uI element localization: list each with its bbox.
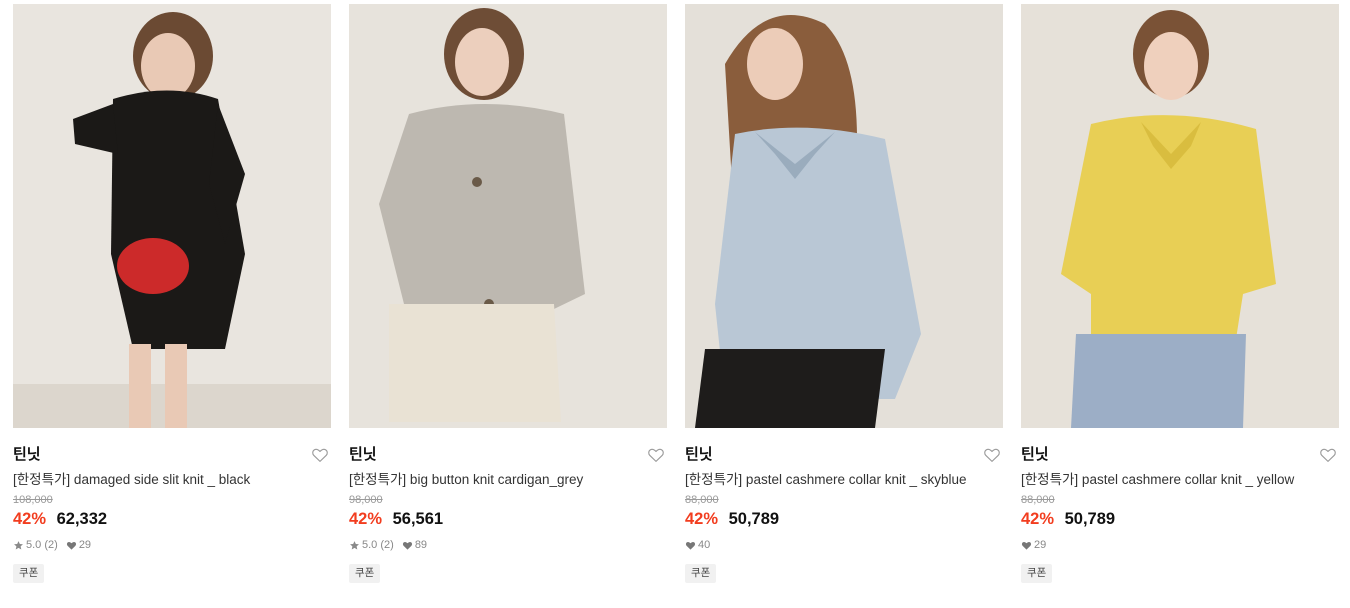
like-count: 29: [78, 539, 92, 551]
brand-name[interactable]: 틴닛: [1021, 446, 1049, 463]
product-photo-illustration: [685, 4, 1003, 428]
rating-value: 5.0: [26, 539, 42, 551]
like-count: 89: [414, 539, 428, 551]
product-meta: 29: [1021, 538, 1339, 552]
product-card[interactable]: 틴닛 [한정특가] big button knit cardigan_grey …: [349, 4, 667, 583]
heart-outline-icon[interactable]: [983, 446, 1001, 464]
brand-name[interactable]: 틴닛: [349, 446, 377, 463]
product-grid: 틴닛 [한정특가] damaged side slit knit _ black…: [0, 0, 1350, 608]
brand-name[interactable]: 틴닛: [13, 446, 41, 463]
original-price: 88,000: [685, 494, 719, 506]
likes-group: 29: [1021, 538, 1046, 552]
price-row: 42% 56,561: [349, 508, 667, 530]
heart-icon: [66, 541, 76, 550]
product-card[interactable]: 틴닛 [한정특가] damaged side slit knit _ black…: [13, 4, 331, 583]
sale-price: 56,561: [392, 510, 444, 528]
heart-icon: [685, 541, 696, 550]
rating-value: 5.0: [362, 539, 378, 551]
likes-group: 89: [402, 538, 427, 552]
sale-price: 50,789: [1064, 510, 1116, 528]
product-title[interactable]: [한정특가] big button knit cardigan_grey: [349, 471, 667, 489]
price-row: 42% 50,789: [685, 508, 1003, 530]
heart-icon: [1021, 541, 1032, 550]
product-photo-illustration: [13, 4, 331, 428]
heart-outline-icon[interactable]: [1319, 446, 1337, 464]
sale-price: 50,789: [728, 510, 780, 528]
product-card[interactable]: 틴닛 [한정특가] pastel cashmere collar knit _ …: [1021, 4, 1339, 583]
star-icon: [350, 540, 359, 549]
discount-rate: 42%: [1021, 510, 1055, 528]
price-row: 42% 62,332: [13, 508, 331, 530]
coupon-badge: 쿠폰: [349, 564, 381, 583]
product-meta: 5.0 (2) 29: [13, 538, 331, 552]
heart-outline-icon[interactable]: [311, 446, 329, 464]
price-row: 42% 50,789: [1021, 508, 1339, 530]
like-count: 40: [698, 539, 711, 551]
coupon-badge: 쿠폰: [13, 564, 45, 583]
product-title[interactable]: [한정특가] pastel cashmere collar knit _ yel…: [1021, 471, 1339, 489]
heart-outline-icon[interactable]: [647, 446, 665, 464]
heart-icon: [402, 541, 412, 550]
original-price: 98,000: [349, 494, 383, 506]
product-image[interactable]: [349, 4, 667, 428]
product-card[interactable]: 틴닛 [한정특가] pastel cashmere collar knit _ …: [685, 4, 1003, 583]
rating-group: 5.0 (2): [13, 538, 58, 552]
original-price: 88,000: [1021, 494, 1055, 506]
original-price: 108,000: [13, 494, 53, 506]
product-image[interactable]: [685, 4, 1003, 428]
product-meta: 40: [685, 538, 1003, 552]
rating-group: 5.0 (2): [349, 538, 394, 552]
product-title[interactable]: [한정특가] pastel cashmere collar knit _ sky…: [685, 471, 1003, 489]
product-meta: 5.0 (2) 89: [349, 538, 667, 552]
sale-price: 62,332: [56, 510, 108, 528]
coupon-badge: 쿠폰: [685, 564, 717, 583]
product-photo-illustration: [349, 4, 667, 428]
discount-rate: 42%: [685, 510, 719, 528]
product-photo-illustration: [1021, 4, 1339, 428]
product-image[interactable]: [13, 4, 331, 428]
review-count: (2): [44, 539, 58, 551]
review-count: (2): [380, 539, 394, 551]
product-image[interactable]: [1021, 4, 1339, 428]
coupon-badge: 쿠폰: [1021, 564, 1053, 583]
discount-rate: 42%: [349, 510, 383, 528]
brand-name[interactable]: 틴닛: [685, 446, 713, 463]
like-count: 29: [1034, 539, 1047, 551]
discount-rate: 42%: [13, 510, 47, 528]
likes-group: 40: [685, 538, 710, 552]
star-icon: [14, 540, 23, 549]
likes-group: 29: [66, 538, 91, 552]
product-title[interactable]: [한정특가] damaged side slit knit _ black: [13, 471, 331, 489]
